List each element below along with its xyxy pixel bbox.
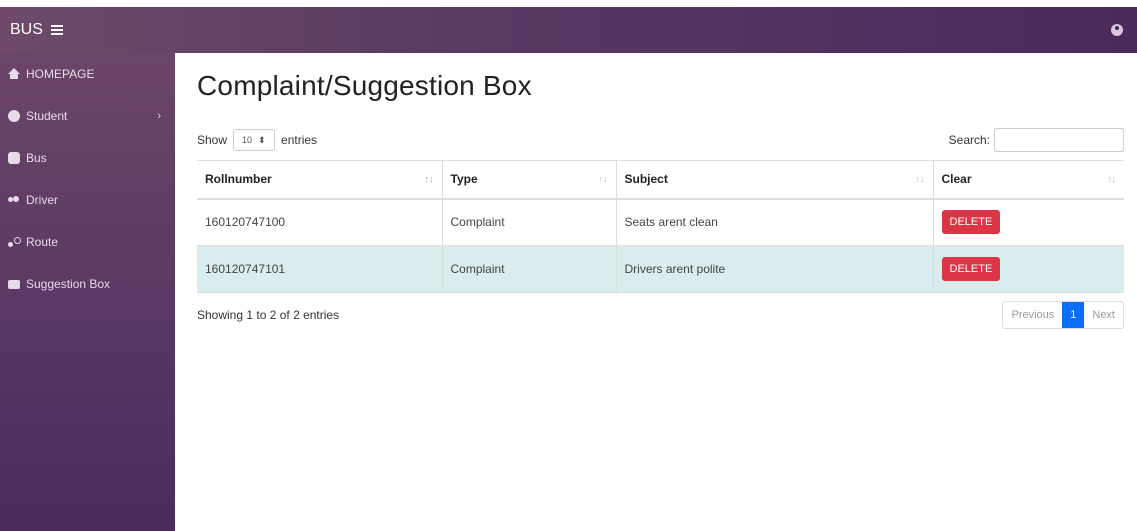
main-content: Complaint/Suggestion Box Show 10 ⬍ entri… xyxy=(175,53,1137,531)
sidebar-item-label: Driver xyxy=(26,193,58,207)
column-header-rollnumber[interactable]: Rollnumber ↑↓ xyxy=(197,160,442,200)
sort-icon: ↑↓ xyxy=(424,174,434,184)
subject-cell: Seats arent clean xyxy=(615,198,933,246)
top-navbar: BUS xyxy=(0,7,1137,53)
table-row: 160120747100 Complaint Seats arent clean… xyxy=(197,198,1124,246)
user-account-icon[interactable] xyxy=(1111,24,1123,36)
search-label: Search: xyxy=(948,133,990,147)
users-icon xyxy=(8,194,20,206)
sort-icon: ↑↓ xyxy=(1107,174,1116,184)
sidebar-item-student[interactable]: Student › xyxy=(0,95,175,137)
delete-button[interactable]: DELETE xyxy=(941,210,1001,235)
sort-icon: ↑↓ xyxy=(598,174,608,184)
pagination: Previous 1 Next xyxy=(1002,301,1124,329)
sort-icon: ↑↓ xyxy=(915,174,925,184)
bus-icon xyxy=(8,152,20,164)
entries-label: entries xyxy=(281,133,318,147)
page-title: Complaint/Suggestion Box xyxy=(197,70,532,101)
user-circle-icon xyxy=(8,110,20,122)
brand-label: BUS xyxy=(10,21,43,38)
column-header-type[interactable]: Type ↑↓ xyxy=(441,160,616,200)
previous-page-button[interactable]: Previous xyxy=(1003,302,1062,328)
next-page-button[interactable]: Next xyxy=(1084,302,1123,328)
sidebar-item-bus[interactable]: Bus xyxy=(0,137,175,179)
comment-icon xyxy=(8,279,20,289)
complaints-table: Rollnumber ↑↓ Type ↑↓ Subject ↑↓ Clear ↑… xyxy=(197,160,1124,293)
sidebar-item-label: Bus xyxy=(26,151,47,165)
chevron-right-icon: › xyxy=(157,110,161,122)
rollnumber-cell: 160120747101 xyxy=(197,245,442,293)
sidebar-item-route[interactable]: Route xyxy=(0,221,175,263)
sort-updown-icon: ⬍ xyxy=(258,134,266,145)
clear-cell: DELETE xyxy=(932,245,1124,293)
column-header-clear[interactable]: Clear ↑↓ xyxy=(932,160,1124,200)
sidebar-item-homepage[interactable]: HOMEPAGE xyxy=(0,53,175,95)
type-cell: Complaint xyxy=(441,245,616,293)
sidebar-item-label: Suggestion Box xyxy=(26,277,111,291)
rollnumber-cell: 160120747100 xyxy=(197,198,442,246)
column-header-subject[interactable]: Subject ↑↓ xyxy=(615,160,933,200)
page-length-select[interactable]: 10 ⬍ xyxy=(233,129,276,151)
clear-cell: DELETE xyxy=(932,198,1124,246)
route-icon xyxy=(8,236,21,248)
sidebar-item-label: Route xyxy=(26,235,59,249)
sidebar: HOMEPAGE Student › Bus Driver Route Sugg… xyxy=(0,53,175,531)
sidebar-item-label: HOMEPAGE xyxy=(26,67,95,81)
brand[interactable]: BUS xyxy=(10,21,63,39)
subject-cell: Drivers arent polite xyxy=(615,245,933,293)
sidebar-item-suggestion-box[interactable]: Suggestion Box xyxy=(0,263,175,305)
page-1-button[interactable]: 1 xyxy=(1062,302,1085,328)
hamburger-menu-icon[interactable] xyxy=(50,25,63,35)
page-length-value: 10 xyxy=(242,135,253,145)
page-length-control: Show 10 ⬍ entries xyxy=(197,129,317,151)
sidebar-item-driver[interactable]: Driver xyxy=(0,179,175,221)
search-input[interactable] xyxy=(994,128,1124,152)
home-icon xyxy=(8,68,20,79)
table-row: 160120747101 Complaint Drivers arent pol… xyxy=(197,245,1124,293)
show-label: Show xyxy=(197,133,228,147)
delete-button[interactable]: DELETE xyxy=(941,257,1001,281)
table-header-row: Rollnumber ↑↓ Type ↑↓ Subject ↑↓ Clear ↑… xyxy=(197,160,1124,200)
type-cell: Complaint xyxy=(441,198,616,246)
table-info: Showing 1 to 2 of 2 entries xyxy=(197,308,340,322)
table-footer: Showing 1 to 2 of 2 entries Previous 1 N… xyxy=(197,301,1124,329)
search-control: Search: xyxy=(949,128,1124,152)
table-controls: Show 10 ⬍ entries Search: xyxy=(197,128,1124,152)
sidebar-item-label: Student xyxy=(26,109,68,123)
